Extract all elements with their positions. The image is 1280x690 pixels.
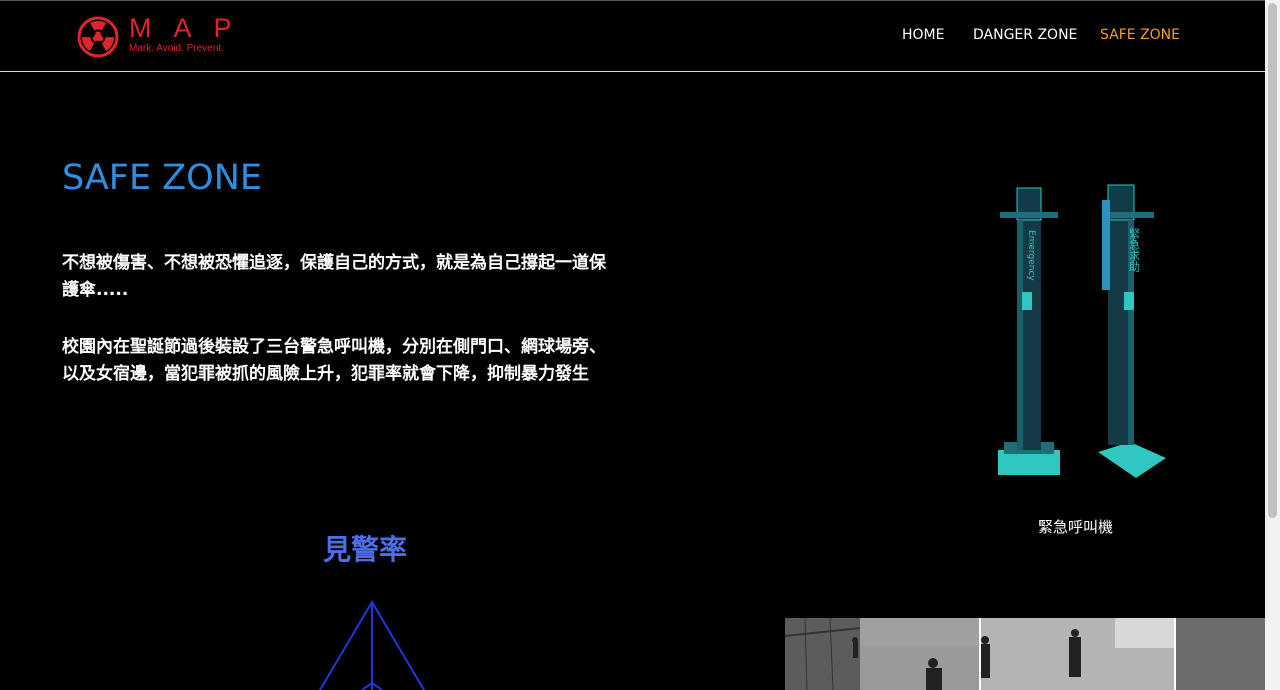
image-caption: 緊急呼叫機 — [1038, 518, 1114, 536]
section-title: 見警率 — [323, 533, 408, 566]
nav-home[interactable]: HOME — [902, 27, 944, 43]
emergency-call-machine-image: Emergency 緊急求助 — [998, 184, 1166, 478]
page-scrollbar[interactable] — [1265, 0, 1280, 690]
intro-paragraph: 不想被傷害、不想被恐懼追逐，保護自己的方式，就是為自己撐起一道保護傘..... — [62, 253, 606, 300]
nav-danger-zone[interactable]: DANGER ZONE — [973, 27, 1077, 43]
diamond-graphic — [319, 600, 425, 690]
main-nav: HOME DANGER ZONE SAFE ZONE — [0, 27, 1265, 47]
page-title: SAFE ZONE — [62, 158, 263, 198]
pole-label-emergency: Emergency — [1026, 230, 1036, 281]
page: MAP Mark. Avoid. Prevent. HOME DANGER ZO… — [0, 0, 1265, 690]
scrollbar-thumb[interactable] — [1268, 3, 1277, 518]
site-header: MAP Mark. Avoid. Prevent. HOME DANGER ZO… — [0, 1, 1265, 72]
pole-label-help: 緊急求助 — [1128, 228, 1141, 273]
info-paragraph: 校園內在聖誕節過後裝設了三台警急呼叫機，分別在側門口、網球場旁、以及女宿邊，當犯… — [62, 337, 606, 384]
campus-photo — [785, 618, 1265, 690]
nav-safe-zone[interactable]: SAFE ZONE — [1100, 27, 1180, 43]
